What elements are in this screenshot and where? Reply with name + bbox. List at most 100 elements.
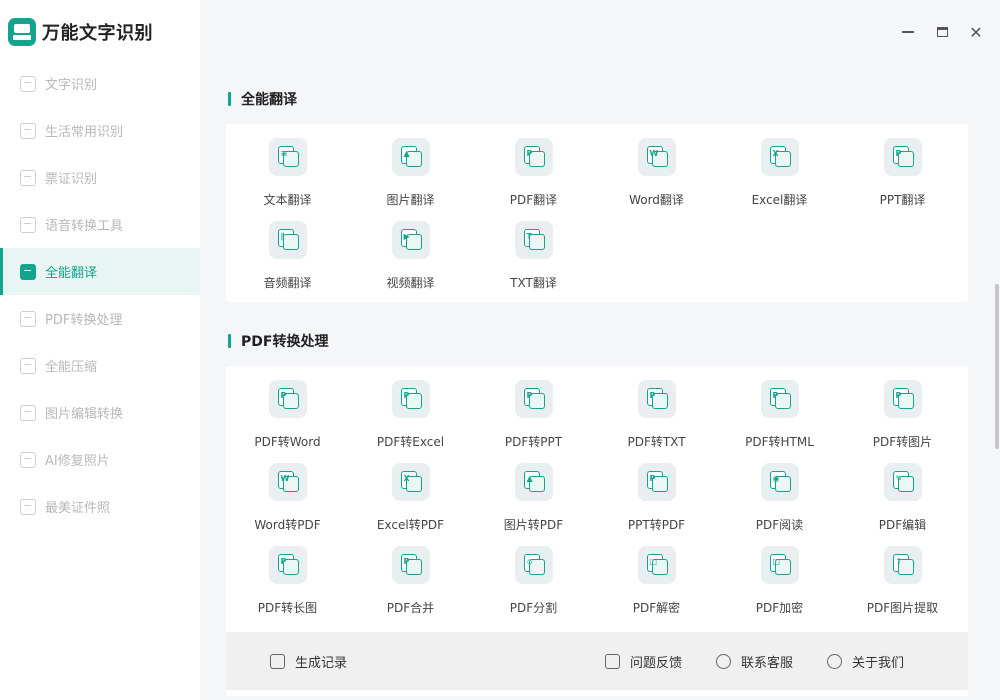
- brand: 万能文字识别: [8, 16, 153, 48]
- sidebar-item-9[interactable]: 最美证件照: [0, 483, 200, 530]
- tool-item[interactable]: X Excel翻译: [718, 136, 841, 219]
- tool-item[interactable]: ↑ PDF图片提取: [841, 544, 964, 627]
- tool-item[interactable]: W Word翻译: [595, 136, 718, 219]
- records-button[interactable]: 生成记录: [270, 652, 347, 671]
- tool-label: PDF转HTML: [745, 435, 814, 449]
- pdf-tools-grid: P PDF转Word P PDF转Excel P PDF转PPT P PDF转TXT P PDF转…: [226, 366, 968, 627]
- tool-item[interactable]: P PDF转图片: [841, 378, 964, 461]
- sidebar-item-4[interactable]: 全能翻译: [0, 248, 200, 295]
- tool-item[interactable]: P PDF合并: [349, 544, 472, 627]
- tool-item[interactable]: P PDF翻译: [472, 136, 595, 219]
- sidebar-item-7[interactable]: 图片编辑转换: [0, 389, 200, 436]
- tool-item[interactable]: ∥ 音频翻译: [226, 219, 349, 302]
- tool-label: 视频翻译: [386, 276, 435, 290]
- tool-item[interactable]: W Word转PDF: [226, 461, 349, 544]
- tool-label: 文本翻译: [263, 193, 312, 207]
- ai-repair-icon: [20, 451, 36, 468]
- records-label: 生成记录: [295, 655, 348, 671]
- feedback-icon: [604, 653, 620, 669]
- tool-item[interactable]: ✎ PDF编辑: [841, 461, 964, 544]
- close-button[interactable]: ✕: [966, 22, 986, 42]
- tool-label: PDF图片提取: [866, 601, 939, 615]
- tool-mark-icon: P: [280, 557, 287, 566]
- minimize-button[interactable]: [898, 22, 918, 42]
- tool-icon: P: [883, 380, 922, 418]
- tool-icon: P: [268, 546, 307, 584]
- sidebar-item-5[interactable]: PDF转换处理: [0, 295, 200, 342]
- tool-item[interactable]: P PDF转TXT: [595, 378, 718, 461]
- sidebar-item-8[interactable]: AI修复照片: [0, 436, 200, 483]
- tool-item[interactable]: □ PDF加密: [718, 544, 841, 627]
- tool-icon: ▲: [391, 138, 430, 176]
- tool-label: PDF解密: [632, 601, 681, 615]
- headset-icon: [715, 653, 731, 669]
- tool-item[interactable]: X Excel转PDF: [349, 461, 472, 544]
- tool-icon: X: [760, 138, 799, 176]
- app-title: 万能文字识别: [42, 23, 153, 44]
- tool-item[interactable]: P PDF转长图: [226, 544, 349, 627]
- translate-tools-card: ≡ 文本翻译 ▲ 图片翻译 P PDF翻译 W Word翻译 X Excel翻译 P PPT翻译 ∥ 音频…: [226, 124, 968, 302]
- scrollbar[interactable]: [994, 64, 1000, 700]
- tool-label: TXT翻译: [510, 276, 557, 290]
- maximize-button[interactable]: [932, 22, 952, 42]
- tool-label: Excel转PDF: [376, 518, 445, 532]
- info-icon: [826, 653, 842, 669]
- tool-icon: X: [391, 463, 430, 501]
- scan-life-icon: [20, 122, 36, 139]
- tool-item[interactable]: ◇ PDF分割: [472, 544, 595, 627]
- tool-item[interactable]: ▶ 视频翻译: [349, 219, 472, 302]
- sidebar-item-3[interactable]: 语音转换工具: [0, 201, 200, 248]
- tool-item[interactable]: P PPT转PDF: [595, 461, 718, 544]
- sidebar-item-0[interactable]: 文字识别: [0, 60, 200, 107]
- tool-item[interactable]: P PDF转Excel: [349, 378, 472, 461]
- section-title-text: 全能翻译: [241, 92, 297, 108]
- tool-item[interactable]: P PDF转PPT: [472, 378, 595, 461]
- sidebar-item-6[interactable]: 全能压缩: [0, 342, 200, 389]
- sidebar-item-label: AI修复照片: [45, 454, 110, 469]
- sidebar-item-label: 全能压缩: [45, 360, 98, 375]
- tool-label: PDF转图片: [872, 435, 933, 449]
- tool-label: PDF加密: [755, 601, 804, 615]
- service-button[interactable]: 联系客服: [715, 652, 793, 671]
- tool-mark-icon: ◉: [772, 474, 780, 483]
- service-label: 联系客服: [740, 655, 793, 671]
- tool-label: PDF分割: [509, 601, 558, 615]
- tool-item[interactable]: ▲ 图片转PDF: [472, 461, 595, 544]
- tool-mark-icon: ▶: [403, 232, 410, 241]
- tool-label: PPT翻译: [879, 193, 926, 207]
- tool-icon: ↑: [883, 546, 922, 584]
- sidebar-item-label: 语音转换工具: [45, 219, 124, 234]
- tool-item[interactable]: P PPT翻译: [841, 136, 964, 219]
- about-label: 关于我们: [851, 655, 904, 671]
- tool-icon: ≡: [268, 138, 307, 176]
- scrollbar-thumb[interactable]: [995, 284, 999, 449]
- tool-mark-icon: ▲: [526, 474, 533, 483]
- tool-mark-icon: ▲: [403, 149, 410, 158]
- sidebar-item-label: 图片编辑转换: [45, 407, 124, 422]
- sidebar-item-label: 票证识别: [45, 172, 98, 187]
- sidebar-item-1[interactable]: 生活常用识别: [0, 107, 200, 154]
- feedback-button[interactable]: 问题反馈: [604, 652, 682, 671]
- tool-item[interactable]: ≡ 文本翻译: [226, 136, 349, 219]
- sidebar-item-label: PDF转换处理: [45, 313, 123, 328]
- tool-mark-icon: W: [649, 149, 659, 158]
- tool-item[interactable]: T TXT翻译: [472, 219, 595, 302]
- id-photo-icon: [20, 498, 36, 515]
- tool-label: 图片转PDF: [503, 518, 564, 532]
- sidebar: 万能文字识别 文字识别 生活常用识别票证识别语音转换工具全能翻译 PDF转换处理 全能…: [0, 0, 200, 700]
- tool-mark-icon: P: [280, 391, 287, 400]
- section-title-pdf: PDF转换处理: [228, 331, 328, 351]
- tool-icon: P: [637, 380, 676, 418]
- tool-icon: P: [268, 380, 307, 418]
- tool-item[interactable]: P PDF转Word: [226, 378, 349, 461]
- about-button[interactable]: 关于我们: [826, 652, 904, 671]
- tool-icon: P: [391, 546, 430, 584]
- tool-item[interactable]: ▲ 图片翻译: [349, 136, 472, 219]
- tool-item[interactable]: □ PDF解密: [595, 544, 718, 627]
- tool-item[interactable]: P PDF转HTML: [718, 378, 841, 461]
- tool-mark-icon: □: [772, 557, 781, 566]
- sidebar-item-2[interactable]: 票证识别: [0, 154, 200, 201]
- minimize-icon: [902, 31, 914, 33]
- feedback-label: 问题反馈: [629, 655, 682, 671]
- tool-item[interactable]: ◉ PDF阅读: [718, 461, 841, 544]
